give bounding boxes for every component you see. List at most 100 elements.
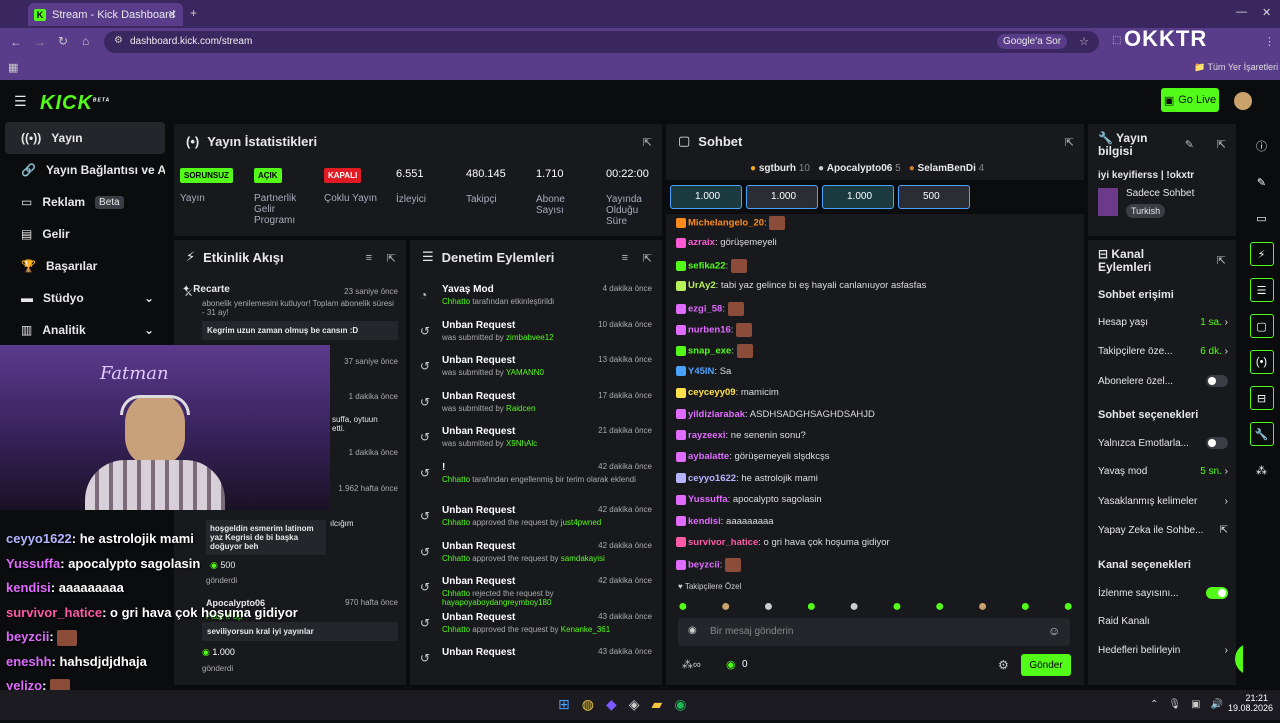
list-icon[interactable]: ☰ bbox=[1250, 278, 1274, 302]
chat-username[interactable]: UrAy2 bbox=[688, 280, 716, 291]
banned-words-row[interactable]: Yasaklanmış kelimeler› bbox=[1098, 496, 1228, 507]
kick-logo[interactable]: KICKBETA bbox=[40, 92, 110, 115]
chat-message[interactable]: aybalatte: görüşemeyeli slşdkcşs bbox=[676, 451, 830, 462]
chat-message[interactable]: ceyyo1622: he astrolojik mami bbox=[676, 473, 818, 484]
popout-icon[interactable]: ⇱ bbox=[643, 136, 652, 149]
emoji-icon[interactable]: ☺ bbox=[1048, 624, 1060, 638]
send-button[interactable]: Gönder bbox=[1021, 654, 1071, 676]
tray-chevron-icon[interactable]: ⌃ bbox=[1150, 699, 1158, 710]
emote-icon[interactable]: ● bbox=[978, 598, 988, 614]
gift-chip[interactable]: 1.000 bbox=[670, 185, 742, 209]
chat-username[interactable]: ceyceyy09 bbox=[688, 387, 736, 398]
chat-username[interactable]: snap_exe bbox=[688, 346, 731, 357]
sidebar-item-stream[interactable]: ((•))Yayın bbox=[5, 122, 165, 154]
home-icon[interactable]: ⌂ bbox=[82, 34, 89, 48]
all-bookmarks-link[interactable]: 📁 Tüm Yer İşaretleri bbox=[1194, 62, 1278, 73]
site-info-icon[interactable]: ⚙ bbox=[114, 35, 123, 46]
gift-chip[interactable]: 1.000 bbox=[822, 185, 894, 209]
chat-input[interactable]: ◉ Bir mesaj gönderin ☺ bbox=[678, 618, 1070, 646]
chat-username[interactable]: Michelangelo_20 bbox=[688, 218, 764, 229]
top-gifter[interactable]: ● SelamBenDi 4 bbox=[909, 163, 985, 174]
goals-row[interactable]: Hedefleri belirleyin› bbox=[1098, 645, 1228, 656]
share-icon[interactable]: ⁂ bbox=[1250, 458, 1274, 482]
folder-icon[interactable]: ▰ bbox=[652, 696, 663, 713]
chat-message[interactable]: UrAy2: tabi yaz gelince bi eş hayali can… bbox=[676, 280, 926, 291]
minimize-icon[interactable]: — bbox=[1236, 6, 1247, 18]
hamburger-menu-icon[interactable]: ☰ bbox=[14, 93, 27, 110]
top-gifter[interactable]: ● Apocalypto06 5 bbox=[818, 163, 901, 174]
raid-row[interactable]: Raid Kanalı bbox=[1098, 616, 1228, 627]
moderation-item[interactable]: ↺Unban Request42 dakika önceChhatto appr… bbox=[442, 505, 652, 527]
chat-username[interactable]: rayzeexi bbox=[688, 430, 726, 441]
sidebar-item-studio[interactable]: ▬Stüdyo⌄ bbox=[5, 282, 165, 314]
ai-chat-row[interactable]: Yapay Zeka ile Sohbe...⇱ bbox=[1098, 525, 1228, 536]
volume-icon[interactable]: 🔊 bbox=[1211, 699, 1223, 710]
chat-message[interactable]: beyzcii: bbox=[676, 558, 741, 572]
filter-icon[interactable]: ≡ bbox=[622, 252, 628, 264]
popout-icon[interactable]: ⇱ bbox=[1217, 254, 1226, 267]
bookmark-star-icon[interactable]: ☆ bbox=[1079, 35, 1089, 48]
view-count-toggle[interactable] bbox=[1206, 587, 1228, 599]
moderation-item[interactable]: ↺!42 dakika önceChhatto tarafından engel… bbox=[442, 462, 652, 484]
chat-username[interactable]: sefika22 bbox=[688, 260, 726, 271]
chat-username[interactable]: nurben16 bbox=[688, 325, 731, 336]
chat-message[interactable]: yildizlarabak: ASDHSADGHSAGHDSAHJD bbox=[676, 409, 875, 420]
discord-icon[interactable]: ◆ bbox=[606, 696, 617, 713]
chat-message[interactable]: snap_exe: bbox=[676, 344, 753, 358]
subscribers-only-toggle[interactable] bbox=[1206, 375, 1228, 387]
chat-message[interactable]: Y45IN: Sa bbox=[676, 366, 731, 377]
apps-grid-icon[interactable]: ▦ bbox=[8, 61, 18, 74]
chat-message[interactable]: kendisi: aaaaaaaaa bbox=[676, 516, 774, 527]
steam-icon[interactable]: ◈ bbox=[629, 696, 640, 713]
window-close-icon[interactable]: ✕ bbox=[1262, 6, 1271, 19]
moderation-item[interactable]: ↺Unban Request13 dakika öncewas submitte… bbox=[442, 355, 652, 377]
slow-mode-row[interactable]: Yavaş mod5 sn. › bbox=[1098, 466, 1228, 477]
reload-icon[interactable]: ↻ bbox=[58, 34, 68, 48]
popout-icon[interactable]: ⇱ bbox=[387, 252, 396, 265]
emote-icon[interactable]: ● bbox=[678, 598, 688, 614]
popout-icon[interactable]: ⇱ bbox=[1065, 136, 1074, 149]
avatar[interactable] bbox=[1234, 92, 1252, 110]
top-gifter[interactable]: ● sgtburh 10 bbox=[750, 163, 810, 174]
subscribers-only-row[interactable]: Abonelere özel... bbox=[1098, 375, 1228, 387]
followers-only-row[interactable]: Takipçilere öze...6 dk. › bbox=[1098, 346, 1228, 357]
chat-username[interactable]: beyzcii bbox=[688, 560, 720, 571]
popout-icon[interactable]: ⇱ bbox=[1217, 138, 1226, 151]
browser-tab[interactable]: K Stream - Kick Dashboard ✕ bbox=[28, 3, 183, 26]
moderation-item[interactable]: ↺Unban Request10 dakika öncewas submitte… bbox=[442, 320, 652, 342]
chat-username[interactable]: ceyyo1622 bbox=[688, 473, 736, 484]
chat-message[interactable]: Yussuffa: apocalypto sagolasin bbox=[676, 494, 822, 505]
sidebar-item-analytics[interactable]: ▥Analitik⌄ bbox=[5, 314, 165, 346]
emote-icon[interactable]: ● bbox=[764, 598, 774, 614]
moderation-item[interactable]: ↺Unban Request43 dakika önceChhatto appr… bbox=[442, 612, 652, 634]
moderation-item[interactable]: ↺Unban Request42 dakika önceChhatto appr… bbox=[442, 541, 652, 563]
google-ask-button[interactable]: Google'a Sor bbox=[997, 34, 1067, 49]
clock[interactable]: 21:21 19.08.2026 bbox=[1228, 693, 1268, 713]
chrome-icon[interactable]: ◍ bbox=[582, 696, 594, 713]
chat-username[interactable]: aybalatte bbox=[688, 451, 729, 462]
edit-icon[interactable]: ✎ bbox=[1185, 138, 1194, 151]
emote-icon[interactable]: ● bbox=[849, 598, 859, 614]
card-icon[interactable]: ▭ bbox=[1250, 206, 1274, 230]
chat-username[interactable]: kendisi bbox=[688, 516, 721, 527]
chat-message[interactable]: sefika22: bbox=[676, 259, 747, 273]
chat-icon[interactable]: ▢ bbox=[1250, 314, 1274, 338]
chat-message[interactable]: ceyceyy09: mamicim bbox=[676, 387, 779, 398]
chat-username[interactable]: Y45IN bbox=[688, 366, 714, 377]
settings-icon[interactable]: ⚙ bbox=[998, 658, 1009, 672]
back-icon[interactable]: ← bbox=[10, 35, 22, 49]
moderation-item[interactable]: ↺Unban Request43 dakika önce bbox=[442, 647, 652, 660]
info-icon[interactable]: ⓘ bbox=[1250, 134, 1274, 158]
forward-icon[interactable]: → bbox=[34, 35, 46, 49]
chat-message[interactable]: ezgi_58: bbox=[676, 302, 744, 316]
chat-message[interactable]: nurben16: bbox=[676, 323, 752, 337]
popout-icon[interactable]: ⇱ bbox=[643, 252, 652, 265]
menu-dots-icon[interactable]: ⋮ bbox=[1264, 35, 1275, 48]
moderation-item[interactable]: ↺Unban Request21 dakika öncewas submitte… bbox=[442, 426, 652, 448]
moderation-item[interactable]: ↺Unban Request42 dakika önceChhatto reje… bbox=[442, 576, 652, 607]
sidebar-item-achievements[interactable]: 🏆Başarılar bbox=[5, 250, 165, 282]
moderation-item[interactable]: ◔Yavaş Mod4 dakika önceChhatto tarafında… bbox=[442, 284, 652, 306]
network-icon[interactable]: ▣ bbox=[1191, 699, 1200, 710]
start-icon[interactable]: ⊞ bbox=[558, 696, 570, 713]
sidebar-item-revenue[interactable]: ▤Gelir bbox=[5, 218, 165, 250]
